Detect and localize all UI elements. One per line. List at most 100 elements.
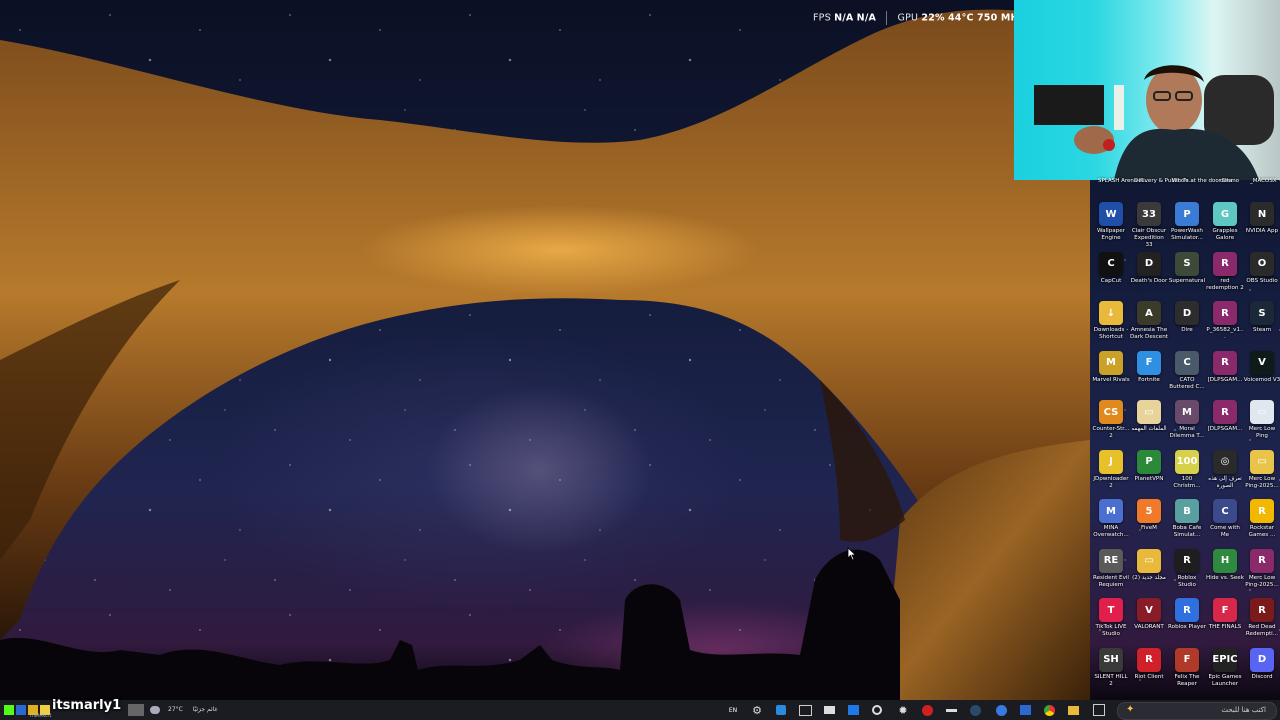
language-icon[interactable]: EN	[726, 703, 740, 717]
desktop-icon-label: TikTok LIVE Studio	[1095, 624, 1127, 637]
desktop-icon[interactable]: H Hide vs. Seek	[1206, 548, 1244, 582]
app-icon[interactable]: ✹	[896, 703, 910, 717]
desktop-icon[interactable]: R Merc Low Ping-2025...	[1243, 548, 1280, 589]
desktop-icon[interactable]: R [DLPSGAM...	[1206, 400, 1244, 433]
desktop-icon[interactable]: D Dire	[1168, 301, 1206, 334]
desktop-icon-label: Come with Me	[1210, 525, 1240, 538]
desktop-icon[interactable]: SH SILENT HILL 2	[1092, 647, 1130, 688]
desktop-icon[interactable]: R Riot Client	[1130, 647, 1168, 681]
weather-icon[interactable]	[150, 706, 160, 714]
desktop-icon[interactable]: R [DLPSGAM...	[1206, 350, 1244, 384]
steam-icon[interactable]	[968, 703, 982, 717]
desktop-icon-label: مجلد جديد (2)	[1132, 574, 1166, 581]
app-icon[interactable]	[920, 703, 934, 717]
desktop-icon[interactable]: R Roblox Studio	[1168, 548, 1206, 589]
desktop-icon[interactable]: F Felix The Reaper	[1168, 647, 1206, 688]
weather-widget[interactable]: 27°C غائم جزئيًا	[168, 706, 218, 713]
desktop-icon[interactable]: P PowerWash Simulator...	[1168, 202, 1206, 242]
hud-divider	[886, 11, 888, 25]
file-icon: ▭	[1250, 400, 1274, 424]
mina-overwatch-icon: M	[1099, 499, 1123, 523]
desktop-icon[interactable]: O OBS Studio	[1243, 251, 1280, 285]
desktop-icon[interactable]: R Roblox Player	[1168, 598, 1206, 631]
app-icon[interactable]	[798, 703, 812, 717]
obs-icon: O	[1250, 251, 1274, 276]
desktop-icon[interactable]: ▭ مجلد جديد (2)	[1130, 548, 1168, 582]
desktop-icon-label: Counter-Str... 2	[1092, 426, 1130, 439]
mail-icon[interactable]	[822, 703, 836, 717]
desktop-icon[interactable]: M Marvel Rivals	[1092, 350, 1130, 384]
desktop-icon[interactable]: W Wallpaper Engine	[1092, 202, 1130, 242]
desktop-icon[interactable]: J JDownloader 2	[1092, 449, 1130, 490]
clair-obscur-icon: 33	[1137, 202, 1161, 226]
taskbar-search-box[interactable]: اكتب هنا للبحث ✦	[1117, 702, 1277, 720]
desktop-icon-label: Marvel Rivals	[1092, 376, 1130, 383]
desktop-icon[interactable]: ↓ Downloads - Shortcut	[1092, 301, 1130, 341]
steam-icon: S	[1250, 301, 1274, 325]
desktop-icon-label: FiveM	[1141, 525, 1157, 531]
folder-icon: ↓	[1099, 301, 1123, 325]
desktop-icon[interactable]: P PlanetVPN	[1130, 449, 1168, 483]
desktop-icon[interactable]: R Red Dead Redempti...	[1243, 598, 1280, 638]
desktop-icon[interactable]: M MINA Overwatch...	[1092, 499, 1130, 539]
desktop-icon[interactable]: ◎ تعرف إلى هذه الصورة	[1206, 449, 1244, 490]
kick-icon[interactable]	[4, 705, 14, 715]
app-icon[interactable]	[774, 703, 788, 717]
task-view-icon[interactable]	[1092, 703, 1106, 717]
app-icon[interactable]	[870, 703, 884, 717]
desktop-icon[interactable]: S Supernatural	[1168, 251, 1206, 285]
mouse-cursor-icon	[847, 547, 857, 561]
desktop-icon-label: Roblox Player	[1168, 624, 1206, 630]
desktop-icon-label[interactable]: data	[1220, 178, 1232, 184]
desktop-icon[interactable]: T TikTok LIVE Studio	[1092, 598, 1130, 638]
desktop-icon[interactable]: D Death's Door	[1130, 251, 1168, 285]
desktop-icon[interactable]: CS Counter-Str... 2	[1092, 400, 1130, 440]
desktop-icon[interactable]: F Fortnite	[1130, 350, 1168, 384]
desktop-icon[interactable]: D Discord	[1243, 647, 1280, 681]
desktop-icon-label: Grapples Galore	[1212, 228, 1238, 241]
desktop-icon[interactable]: ▭ الملفات المهمه	[1130, 400, 1168, 433]
desktop-icon[interactable]: V Voicemod V3	[1243, 350, 1280, 384]
marvel-rivals-icon: M	[1099, 350, 1123, 375]
desktop-icon[interactable]: Rred redemption 2	[1206, 251, 1244, 292]
desktop-icon[interactable]: M Moral Dilemma T...	[1168, 400, 1206, 440]
desktop-icon[interactable]: B Boba Cafe Simulat...	[1168, 499, 1206, 539]
taskbar-thumbnails	[128, 703, 160, 717]
desktop-icon[interactable]: RE Resident Evil Requiem	[1092, 548, 1130, 589]
desktop-icon[interactable]: R Rockstar Games ...	[1243, 499, 1280, 539]
desktop-icon-label[interactable]: _MACOSX	[1250, 178, 1277, 184]
desktop-icon[interactable]: A Amnesia The Dark Descent	[1130, 301, 1168, 341]
app-icon[interactable]	[846, 703, 860, 717]
desktop-icon[interactable]: ▭ Merc Low Ping	[1243, 400, 1280, 440]
desktop-icon[interactable]: C Come with Me	[1206, 499, 1244, 539]
desktop-icon[interactable]: F THE FINALS	[1206, 598, 1244, 631]
desktop-icon[interactable]: 33 Clair Obscur Expedition 33	[1130, 202, 1168, 249]
app-icon[interactable]	[994, 703, 1008, 717]
desktop-icon[interactable]: R P_36582_v1...	[1206, 301, 1244, 341]
desktop-icon[interactable]: ▭ Merc Low Ping-2025...	[1243, 449, 1280, 490]
desktop-icon[interactable]: C CapCut	[1092, 251, 1130, 285]
chrome-icon[interactable]	[1042, 703, 1056, 717]
folder-icon[interactable]	[1066, 703, 1080, 717]
desktop-icon-label: تعرف إلى هذه الصورة	[1208, 475, 1242, 489]
app-icon[interactable]	[944, 703, 958, 717]
desktop-icon[interactable]: S Steam	[1243, 301, 1280, 334]
desktop-icon[interactable]: 100 100 Christm...	[1168, 449, 1206, 490]
gear-icon[interactable]: ⚙	[750, 703, 764, 717]
desktop-icon[interactable]: G Grapples Galore	[1206, 202, 1244, 242]
app-icon[interactable]	[1018, 703, 1032, 717]
desktop-icon[interactable]: EPIC Epic Games Launcher	[1206, 647, 1244, 688]
desktop-icon-label: الملفات المهمه	[1131, 426, 1167, 432]
desktop-icon[interactable]: N NVIDIA App	[1243, 202, 1280, 235]
planetvpn-icon: P	[1137, 449, 1161, 474]
desktop-icon[interactable]: 5 FiveM	[1130, 499, 1168, 532]
app-icon[interactable]	[16, 705, 26, 715]
tiktok-live-icon: T	[1099, 598, 1123, 622]
desktop-icon[interactable]: V VALORANT	[1130, 598, 1168, 631]
desktop-icon[interactable]: C CATO Buttered C...	[1168, 350, 1206, 391]
desktop-icon-label: CapCut	[1100, 277, 1122, 284]
resident-evil-icon: RE	[1099, 548, 1123, 573]
avatar[interactable]	[128, 704, 144, 716]
deaths-door-icon: D	[1137, 251, 1161, 276]
desktop-icon-label: Merc Low Ping	[1248, 426, 1276, 439]
